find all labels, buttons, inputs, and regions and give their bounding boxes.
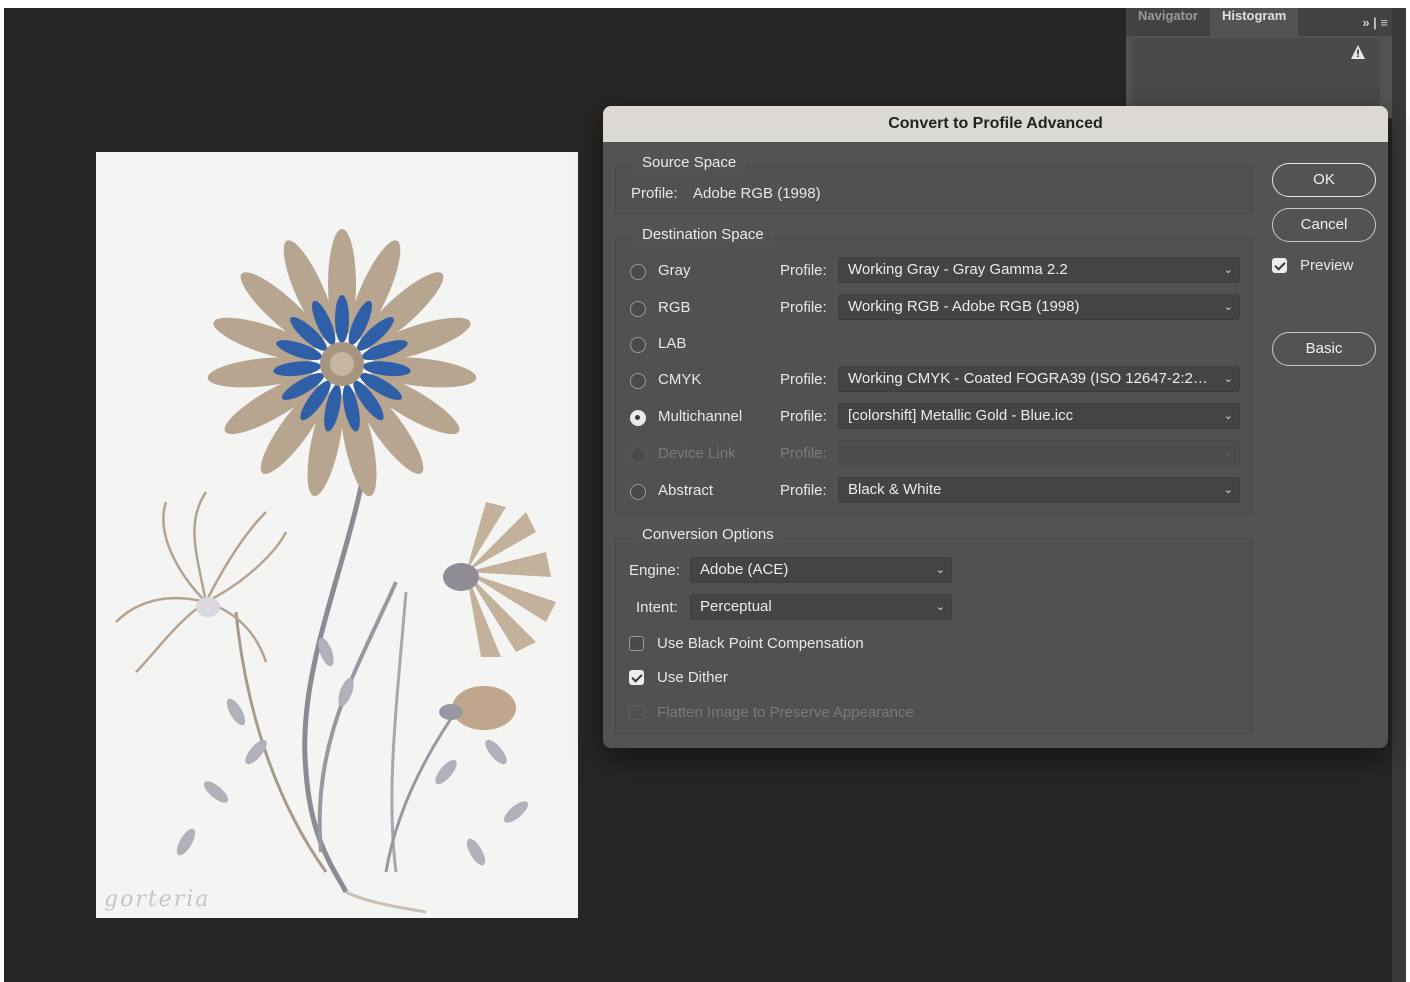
chevron-down-icon: ⌄ xyxy=(935,601,945,613)
profile-label-gray: Profile: xyxy=(780,262,827,279)
flatten-label: Flatten Image to Preserve Appearance xyxy=(657,704,914,721)
dest-label-cmyk: CMYK xyxy=(658,371,702,388)
histogram-display xyxy=(1132,38,1380,108)
profile-value-cmyk: Working CMYK - Coated FOGRA39 (ISO 12647… xyxy=(848,370,1215,387)
profile-select-rgb[interactable]: Working RGB - Adobe RGB (1998) ⌄ xyxy=(838,294,1240,320)
radio-abstract[interactable] xyxy=(630,484,646,500)
profile-select-multichannel[interactable]: [colorshift] Metallic Gold - Blue.icc ⌄ xyxy=(838,403,1240,429)
chevron-down-icon: ⌄ xyxy=(1223,301,1233,313)
chevron-down-icon: ⌄ xyxy=(1223,447,1233,459)
source-space-title: Source Space xyxy=(632,154,747,171)
document-canvas[interactable]: gorteria xyxy=(96,152,578,918)
source-space-group: Source Space Profile: Adobe RGB (1998) xyxy=(615,154,1252,214)
profile-label-multichannel: Profile: xyxy=(780,408,827,425)
artist-signature: gorteria xyxy=(104,887,211,912)
conversion-options-group: Conversion Options Engine: Adobe (ACE) ⌄… xyxy=(615,526,1252,734)
profile-select-gray[interactable]: Working Gray - Gray Gamma 2.2 ⌄ xyxy=(838,257,1240,283)
histogram-panel: Navigator Histogram » | ≡ xyxy=(1126,8,1396,118)
warning-icon[interactable] xyxy=(1350,44,1366,60)
intent-select[interactable]: Perceptual ⌄ xyxy=(690,594,952,620)
dest-label-gray: Gray xyxy=(658,262,691,279)
cancel-button[interactable]: Cancel xyxy=(1272,208,1376,242)
source-profile-label: Profile: xyxy=(631,185,678,202)
dest-label-abstract: Abstract xyxy=(658,482,714,499)
profile-value-abstract: Black & White xyxy=(848,481,942,498)
dest-label-device-link: Device Link xyxy=(658,445,736,462)
flower-illustration xyxy=(115,229,556,914)
radio-multichannel[interactable] xyxy=(630,410,646,426)
chevron-down-icon: ⌄ xyxy=(1223,264,1233,276)
radio-gray[interactable] xyxy=(630,264,646,280)
radio-device-link xyxy=(630,447,646,463)
profile-value-multichannel: [colorshift] Metallic Gold - Blue.icc xyxy=(848,407,1074,424)
profile-value-rgb: Working RGB - Adobe RGB (1998) xyxy=(848,298,1080,315)
source-profile-value: Adobe RGB (1998) xyxy=(693,185,821,202)
black-point-checkbox[interactable] xyxy=(629,636,644,651)
destination-space-group: Destination Space Gray Profile: Working … xyxy=(615,226,1252,514)
chevron-down-icon: ⌄ xyxy=(1223,484,1233,496)
profile-label-abstract: Profile: xyxy=(780,482,827,499)
dest-label-lab: LAB xyxy=(658,335,687,352)
destination-space-title: Destination Space xyxy=(632,226,774,243)
profile-label-cmyk: Profile: xyxy=(780,371,827,388)
intent-label: Intent: xyxy=(636,599,678,616)
dialog-title: Convert to Profile Advanced xyxy=(603,106,1388,142)
intent-value: Perceptual xyxy=(700,598,772,615)
panel-tab-bar: Navigator Histogram » | ≡ xyxy=(1126,8,1396,36)
profile-select-abstract[interactable]: Black & White ⌄ xyxy=(838,477,1240,503)
tab-histogram[interactable]: Histogram xyxy=(1209,8,1299,36)
engine-select[interactable]: Adobe (ACE) ⌄ xyxy=(690,557,952,583)
radio-cmyk[interactable] xyxy=(630,373,646,389)
flatten-checkbox xyxy=(629,705,644,720)
dither-checkbox[interactable] xyxy=(629,670,644,685)
ok-button[interactable]: OK xyxy=(1272,163,1376,197)
chevron-down-icon: ⌄ xyxy=(1223,373,1233,385)
panel-menu-icon[interactable]: » | ≡ xyxy=(1362,15,1396,30)
engine-label: Engine: xyxy=(629,562,680,579)
conversion-options-title: Conversion Options xyxy=(632,526,784,543)
profile-label-device-link: Profile: xyxy=(780,445,827,462)
black-point-label: Use Black Point Compensation xyxy=(657,635,864,652)
dest-label-multichannel: Multichannel xyxy=(658,408,743,425)
panel-scrollbar[interactable] xyxy=(1392,8,1406,982)
radio-lab[interactable] xyxy=(630,337,646,353)
profile-select-device-link: ⌄ xyxy=(838,440,1240,466)
tab-navigator[interactable]: Navigator xyxy=(1126,8,1210,36)
profile-value-gray: Working Gray - Gray Gamma 2.2 xyxy=(848,261,1068,278)
engine-value: Adobe (ACE) xyxy=(700,561,789,578)
preview-label: Preview xyxy=(1300,257,1354,274)
dest-label-rgb: RGB xyxy=(658,299,691,316)
preview-checkbox[interactable] xyxy=(1272,258,1287,273)
chevron-down-icon: ⌄ xyxy=(935,564,945,576)
chevron-down-icon: ⌄ xyxy=(1223,410,1233,422)
basic-button[interactable]: Basic xyxy=(1272,332,1376,366)
radio-rgb[interactable] xyxy=(630,301,646,317)
profile-select-cmyk[interactable]: Working CMYK - Coated FOGRA39 (ISO 12647… xyxy=(838,366,1240,392)
profile-label-rgb: Profile: xyxy=(780,299,827,316)
convert-profile-dialog: Convert to Profile Advanced Source Space… xyxy=(603,106,1388,748)
dither-label: Use Dither xyxy=(657,669,728,686)
